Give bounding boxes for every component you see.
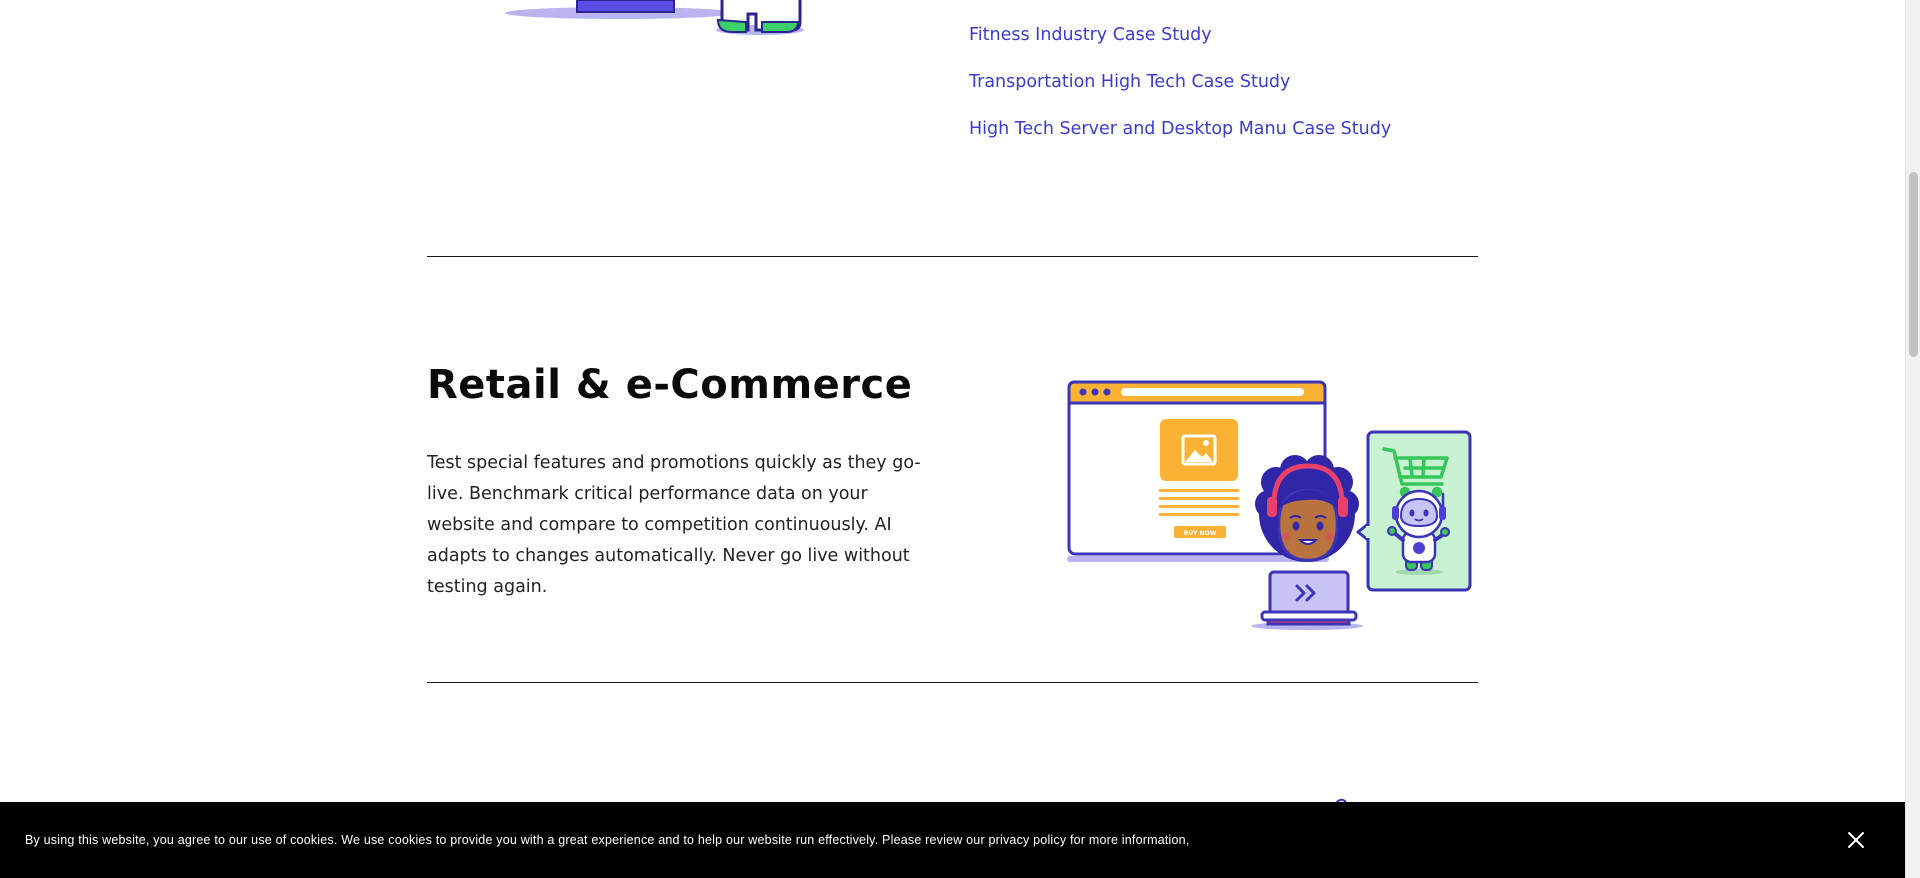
image-placeholder-icon <box>1160 419 1238 481</box>
case-study-link-fitness[interactable]: Fitness Industry Case Study <box>969 24 1391 46</box>
scrollbar-thumb[interactable] <box>1909 172 1918 357</box>
section-description: Test special features and promotions qui… <box>427 453 921 597</box>
close-icon[interactable] <box>1846 830 1866 850</box>
section-divider <box>427 682 1478 683</box>
section-divider <box>427 256 1478 257</box>
cookie-banner: By using this website, you agree to our … <box>0 802 1905 878</box>
page-scrollbar[interactable] <box>1905 0 1920 878</box>
desk-illustration-fragment <box>505 0 804 35</box>
page: Fitness Industry Case Study Transportati… <box>0 0 1905 878</box>
retail-ecommerce-illustration: BUY NOW <box>1067 380 1472 630</box>
case-study-link-high-tech-server[interactable]: High Tech Server and Desktop Manu Case S… <box>969 118 1391 140</box>
section-title: Retail & e-Commerce <box>427 362 913 408</box>
buy-now-button-text: BUY NOW <box>1184 530 1217 537</box>
case-study-link-transportation[interactable]: Transportation High Tech Case Study <box>969 71 1391 93</box>
cookie-banner-text: By using this website, you agree to our … <box>25 833 1190 847</box>
case-study-links: Fitness Industry Case Study Transportati… <box>969 24 1391 165</box>
